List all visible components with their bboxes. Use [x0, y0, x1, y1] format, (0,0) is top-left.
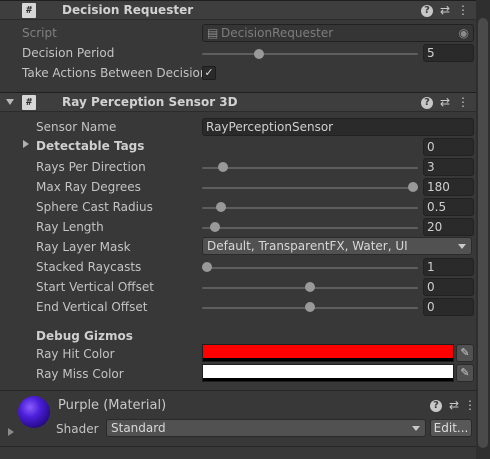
ray-length-field[interactable]: 20 — [423, 218, 474, 236]
stacked-raycasts-label: Stacked Raycasts — [36, 260, 142, 274]
alpha-bar — [203, 378, 453, 381]
sphere-cast-radius-slider[interactable] — [202, 207, 418, 209]
scrollbar-thumb[interactable] — [478, 18, 488, 448]
ray-layer-mask-value: Default, TransparentFX, Water, UI — [207, 239, 408, 253]
sphere-cast-radius-label: Sphere Cast Radius — [36, 200, 153, 214]
ray-miss-color-label: Ray Miss Color — [36, 367, 124, 381]
ray-length-slider[interactable] — [202, 227, 418, 229]
sensor-name-field[interactable]: RayPerceptionSensor — [202, 118, 474, 136]
decision-period-label: Decision Period — [22, 46, 115, 60]
ray-length-slider-thumb[interactable] — [210, 222, 221, 232]
start-vertical-offset-field[interactable]: 0 — [423, 278, 474, 296]
end-vertical-offset-slider-thumb[interactable] — [305, 302, 315, 312]
ray-hit-color-swatch[interactable] — [202, 344, 454, 362]
menu-icon[interactable]: ⋮ — [456, 3, 470, 17]
max-ray-degrees-label: Max Ray Degrees — [36, 180, 141, 194]
chevron-down-icon — [412, 426, 420, 431]
edit-shader-button[interactable]: Edit... — [430, 419, 472, 437]
separator — [0, 446, 476, 447]
end-vertical-offset-field[interactable]: 0 — [423, 298, 474, 316]
eyedropper-icon[interactable]: ✎ — [456, 344, 474, 362]
stacked-raycasts-slider-thumb[interactable] — [202, 262, 212, 272]
material-title: Purple (Material) — [58, 398, 167, 413]
alpha-bar — [203, 358, 453, 361]
script-file-icon: ▤ — [207, 26, 219, 40]
end-vertical-offset-label: End Vertical Offset — [36, 300, 148, 314]
detectable-tags-count[interactable]: 0 — [423, 138, 474, 156]
take-actions-checkbox[interactable]: ✓ — [202, 66, 216, 80]
separator — [0, 390, 476, 391]
decision-period-slider-thumb[interactable] — [253, 49, 264, 59]
take-actions-label: Take Actions Between Decision — [22, 66, 208, 80]
decision-requester-title: Decision Requester — [62, 3, 194, 17]
ray-sensor-header[interactable]: # Ray Perception Sensor 3D ? ⇄ ⋮ — [0, 92, 476, 112]
sphere-cast-radius-field[interactable]: 0.5 — [423, 198, 474, 216]
ray-sensor-title: Ray Perception Sensor 3D — [62, 95, 238, 109]
rays-per-direction-field[interactable]: 3 — [423, 158, 474, 176]
stacked-raycasts-slider[interactable] — [202, 267, 418, 269]
ray-hit-color-label: Ray Hit Color — [36, 347, 115, 361]
start-vertical-offset-slider-thumb[interactable] — [305, 282, 315, 292]
shader-dropdown[interactable]: Standard — [106, 419, 426, 437]
menu-icon[interactable]: ⋮ — [463, 398, 477, 412]
script-label: Script — [22, 26, 57, 40]
help-icon[interactable]: ? — [421, 97, 433, 109]
eyedropper-icon[interactable]: ✎ — [456, 364, 474, 382]
max-ray-degrees-slider-thumb[interactable] — [408, 182, 418, 192]
decision-requester-header[interactable]: # Decision Requester ? ⇄ ⋮ — [0, 0, 476, 20]
foldout-arrow-icon[interactable] — [23, 140, 29, 148]
menu-icon[interactable]: ⋮ — [456, 95, 470, 109]
material-preview-sphere — [18, 396, 50, 428]
object-picker-icon[interactable]: ◉ — [459, 25, 469, 41]
stacked-raycasts-field[interactable]: 1 — [423, 258, 474, 276]
script-value: DecisionRequester — [221, 26, 334, 40]
sphere-cast-radius-slider-thumb[interactable] — [216, 202, 227, 212]
ray-length-label: Ray Length — [36, 220, 104, 234]
script-icon: # — [22, 3, 36, 18]
script-icon: # — [22, 95, 36, 110]
shader-value: Standard — [111, 421, 166, 435]
foldout-arrow-icon[interactable] — [6, 99, 14, 105]
script-field[interactable]: ▤ DecisionRequester ◉ — [202, 24, 474, 42]
debug-gizmos-heading: Debug Gizmos — [36, 329, 133, 343]
rays-per-direction-slider[interactable] — [202, 167, 418, 169]
sensor-name-label: Sensor Name — [36, 120, 117, 134]
detectable-tags-label[interactable]: Detectable Tags — [36, 139, 144, 153]
max-ray-degrees-slider[interactable] — [202, 187, 418, 189]
decision-period-field[interactable]: 5 — [423, 44, 474, 62]
chevron-down-icon — [458, 244, 466, 249]
decision-period-slider[interactable] — [202, 53, 418, 55]
foldout-arrow-icon[interactable] — [8, 428, 14, 436]
help-icon[interactable]: ? — [430, 400, 442, 412]
shader-label: Shader — [56, 422, 99, 436]
rays-per-direction-slider-thumb[interactable] — [218, 162, 229, 172]
help-icon[interactable]: ? — [421, 5, 433, 17]
preset-icon[interactable]: ⇄ — [438, 3, 452, 17]
rays-per-direction-label: Rays Per Direction — [36, 160, 146, 174]
ray-miss-color-swatch[interactable] — [202, 364, 454, 382]
start-vertical-offset-label: Start Vertical Offset — [36, 280, 154, 294]
ray-layer-mask-label: Ray Layer Mask — [36, 240, 131, 254]
max-ray-degrees-field[interactable]: 180 — [423, 178, 474, 196]
ray-layer-mask-dropdown[interactable]: Default, TransparentFX, Water, UI — [202, 237, 472, 255]
preset-icon[interactable]: ⇄ — [438, 95, 452, 109]
preset-icon[interactable]: ⇄ — [447, 398, 461, 412]
